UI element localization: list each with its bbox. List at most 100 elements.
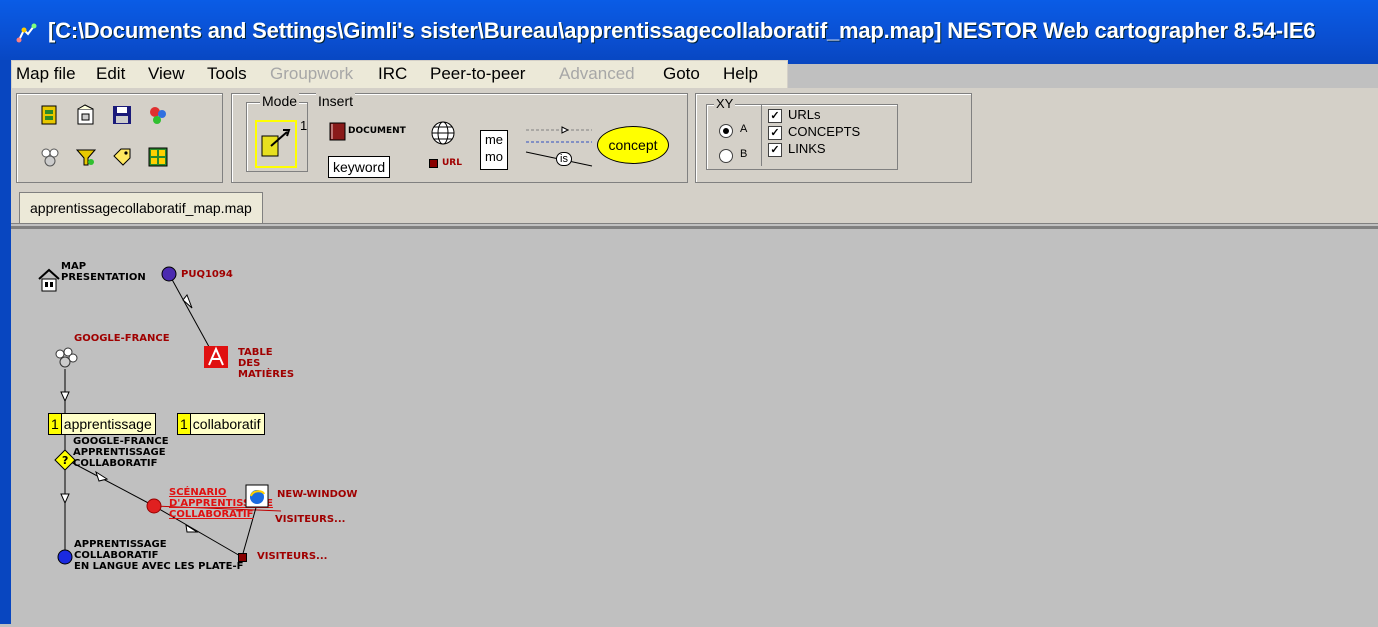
memo-bottom: mo <box>484 149 504 164</box>
tab-apprentissagecollaboratif-map[interactable]: apprentissagecollaboratif_map.map <box>19 192 263 223</box>
new-window-label: NEW-WINDOW <box>277 489 358 500</box>
insert-url-label: URL <box>442 158 462 168</box>
keyword-collaboratif-label: collaboratif <box>192 416 261 432</box>
funnel-icon <box>75 149 97 166</box>
mode-superscript: 1 <box>300 118 308 133</box>
browser-window-icon[interactable] <box>245 484 269 508</box>
mode-select-button[interactable] <box>255 120 297 168</box>
title-bar[interactable]: [C:\Documents and Settings\Gimli's siste… <box>0 0 1378 64</box>
nestor-app-icon <box>16 23 37 43</box>
google-search-line-1: GOOGLE-FRANCE <box>73 436 169 447</box>
link-is-label: is <box>556 152 572 166</box>
keyword-apprentissage-count: 1 <box>49 414 62 434</box>
keyword-collaboratif[interactable]: 1 collaboratif <box>177 413 265 435</box>
pointer-mode-icon <box>261 129 291 157</box>
mode-insert-panel: Mode 1 Insert DOCUMENT keyword URL me mo <box>231 93 688 183</box>
insert-concept-button[interactable]: concept <box>597 126 669 164</box>
map-canvas[interactable]: MAP PRESENTATION PUQ1094 GOOGLE-FRANCE T… <box>11 226 1378 627</box>
grid-icon <box>148 147 168 167</box>
document-tab-strip: apprentissagecollaboratif_map.map <box>11 186 1378 224</box>
new-map-icon <box>77 104 94 125</box>
keyword-apprentissage[interactable]: 1 apprentissage <box>48 413 156 435</box>
link-puq-table[interactable] <box>168 273 214 355</box>
puq1094-label: PUQ1094 <box>181 269 233 280</box>
memo-top: me <box>484 132 504 147</box>
tools-button[interactable] <box>145 102 171 128</box>
window-title: [C:\Documents and Settings\Gimli's siste… <box>48 18 1316 43</box>
menu-irc[interactable]: IRC <box>378 64 407 84</box>
scenario-node[interactable] <box>146 498 162 514</box>
file-tools-panel <box>16 93 223 183</box>
table-line-3: MATIÈRES <box>238 369 295 380</box>
apprentissage-line-2: COLLABORATIF <box>74 550 159 561</box>
insert-document-button[interactable]: DOCUMENT <box>328 120 406 142</box>
display-options-panel: XY A B ✓ URLs ✓ CONCEPTS ✓ LINKS <box>695 93 972 183</box>
tag-button[interactable] <box>109 144 135 170</box>
menu-tools[interactable]: Tools <box>207 64 247 84</box>
show-concepts-label: CONCEPTS <box>788 124 861 139</box>
google-search-button[interactable] <box>37 144 63 170</box>
insert-link-button[interactable]: is <box>522 122 600 172</box>
menu-peer-to-peer[interactable]: Peer-to-peer <box>430 64 525 84</box>
show-links-checkbox[interactable]: ✓ <box>768 143 782 157</box>
insert-url-label-group: URL <box>429 158 462 169</box>
xy-option-b-radio[interactable] <box>719 149 733 163</box>
menu-view[interactable]: View <box>148 64 185 84</box>
open-map-button[interactable] <box>37 102 63 128</box>
google-search-line-3: COLLABORATIF <box>73 458 158 469</box>
book-icon <box>329 122 346 141</box>
menu-help[interactable]: Help <box>723 64 758 84</box>
insert-url-button[interactable] <box>430 120 456 151</box>
scenario-line-1: SCÉNARIO <box>169 487 227 498</box>
menu-map-file[interactable]: Map file <box>16 64 76 84</box>
google-france-label: GOOGLE-FRANCE <box>74 333 170 344</box>
google-search-line-2: APPRENTISSAGE <box>73 447 166 458</box>
window-left-border <box>0 60 11 624</box>
menu-groupwork: Groupwork <box>270 64 354 83</box>
apprentissage-collaboratif-node[interactable] <box>57 549 73 565</box>
link-scenario-visiteurs-arrow <box>185 523 199 533</box>
map-presentation-line-1: MAP <box>61 261 87 272</box>
link-google-keyword-arrow <box>60 391 70 403</box>
menu-goto[interactable]: Goto <box>663 64 700 84</box>
grid-button[interactable] <box>145 144 171 170</box>
google-search-node-label: GOOGLE-FRANCE APPRENTISSAGE COLLABORATIF <box>73 436 169 469</box>
globe-icon <box>431 121 455 145</box>
url-node-icon <box>429 159 438 168</box>
show-links-label: LINKS <box>788 141 826 156</box>
show-concepts-checkbox[interactable]: ✓ <box>768 126 782 140</box>
link-search-apprentissage-arrow <box>60 493 70 505</box>
map-presentation-label: MAP PRESENTATION <box>61 261 146 283</box>
scenario-line-3: COLLABORATIF <box>169 509 254 520</box>
table-des-matieres-label: TABLE DES MATIÈRES <box>238 347 294 380</box>
insert-keyword-button[interactable]: keyword <box>328 156 391 178</box>
keyword-collaboratif-count: 1 <box>178 414 191 434</box>
xy-option-a-radio[interactable] <box>719 124 733 138</box>
puq1094-node[interactable] <box>161 266 177 282</box>
apprentissage-line-1: APPRENTISSAGE <box>74 539 167 550</box>
mode-label: Mode <box>260 93 300 109</box>
xy-label: XY <box>714 96 736 111</box>
apprentissage-collaboratif-label: APPRENTISSAGE COLLABORATIF EN LANGUE AVE… <box>74 539 243 572</box>
save-map-button[interactable] <box>109 102 135 128</box>
new-map-button[interactable] <box>73 102 99 128</box>
colored-tools-icon <box>150 107 166 124</box>
table-line-1: TABLE <box>238 347 273 358</box>
floppy-disk-icon <box>113 106 131 124</box>
open-map-icon <box>41 105 57 125</box>
filter-button[interactable] <box>73 144 99 170</box>
google-search-icon <box>41 148 59 167</box>
house-icon[interactable] <box>37 267 61 293</box>
keyword-apprentissage-label: apprentissage <box>63 416 152 432</box>
tag-icon <box>113 148 131 166</box>
link-puq-table-arrow <box>182 294 193 309</box>
show-urls-label: URLs <box>788 107 821 122</box>
insert-memo-button[interactable]: me mo <box>480 130 508 170</box>
show-urls-checkbox[interactable]: ✓ <box>768 109 782 123</box>
pdf-document-icon[interactable] <box>203 345 229 369</box>
menu-edit[interactable]: Edit <box>96 64 125 84</box>
xy-option-b-label: B <box>740 148 748 160</box>
map-presentation-line-2: PRESENTATION <box>61 272 146 283</box>
google-search-node-icon[interactable] <box>53 346 79 372</box>
insert-document-label: DOCUMENT <box>348 125 406 136</box>
